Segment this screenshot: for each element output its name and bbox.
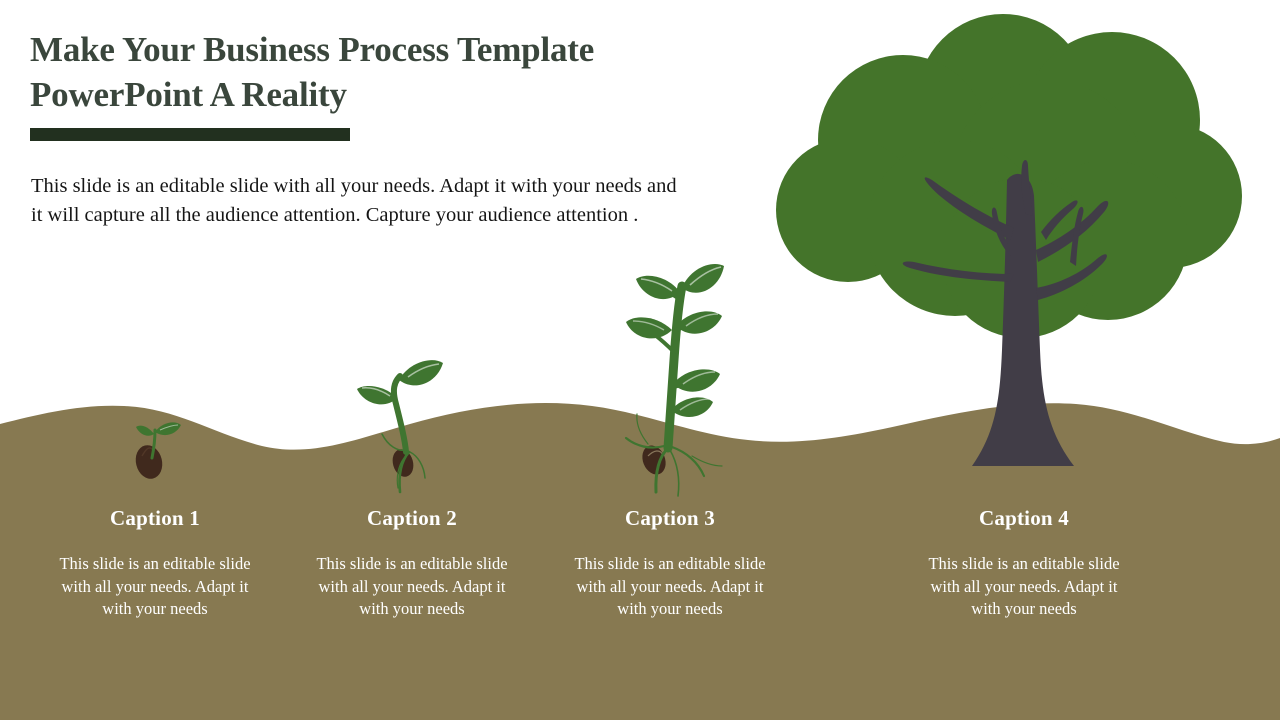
caption-title-2: Caption 2 <box>367 506 457 530</box>
text-layer: Make Your Business Process Template Powe… <box>0 0 1280 720</box>
intro-paragraph: This slide is an editable slide with all… <box>31 175 677 226</box>
caption-body-2: This slide is an editable slide with all… <box>316 554 508 618</box>
title-underline-rule <box>30 128 350 141</box>
caption-block-2: Caption 2 This slide is an editable slid… <box>312 505 512 621</box>
page-title: Make Your Business Process Template Powe… <box>30 30 595 114</box>
caption-block-3: Caption 3 This slide is an editable slid… <box>570 505 770 621</box>
caption-body-4: This slide is an editable slide with all… <box>928 554 1120 618</box>
caption-block-4: Caption 4 This slide is an editable slid… <box>924 505 1124 621</box>
slide-canvas: Make Your Business Process Template Powe… <box>0 0 1280 720</box>
caption-title-4: Caption 4 <box>979 506 1069 530</box>
caption-title-1: Caption 1 <box>110 506 200 530</box>
caption-block-1: Caption 1 This slide is an editable slid… <box>55 505 255 621</box>
caption-title-3: Caption 3 <box>625 506 715 530</box>
caption-body-1: This slide is an editable slide with all… <box>59 554 251 618</box>
caption-body-3: This slide is an editable slide with all… <box>574 554 766 618</box>
